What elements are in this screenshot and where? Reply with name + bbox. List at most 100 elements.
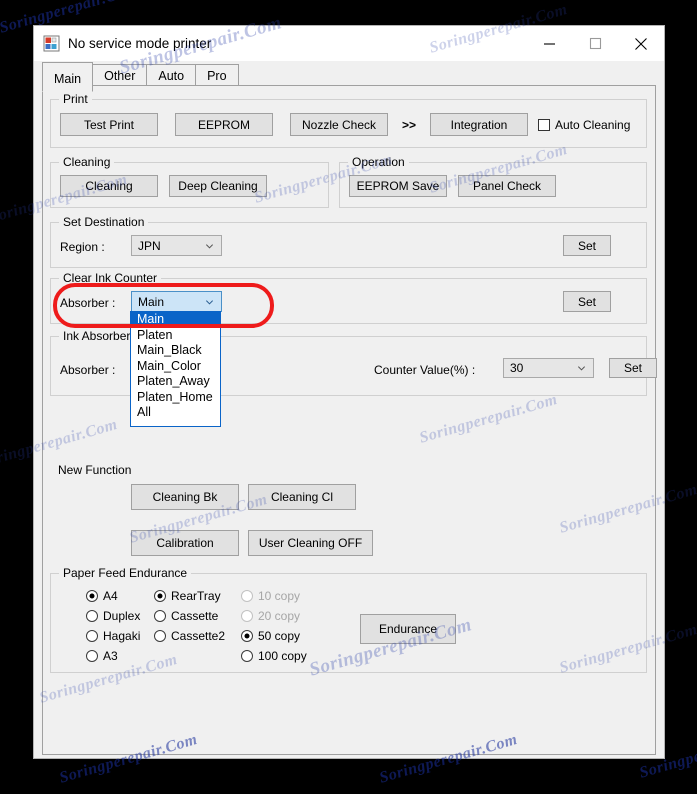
cleaning-bk-button[interactable]: Cleaning Bk (131, 484, 239, 510)
print-group: Print Test Print EEPROM Nozzle Check >> … (50, 92, 647, 148)
tab-auto[interactable]: Auto (146, 64, 197, 86)
radio-source-cassette2[interactable]: Cassette2 (154, 629, 225, 643)
radio-circle (241, 590, 253, 602)
tab-label: Other (104, 68, 136, 83)
tab-strip: Main Other Auto Pro (42, 62, 656, 92)
radio-source-reartray[interactable]: RearTray (154, 589, 221, 603)
chevron-down-icon (577, 366, 586, 371)
tab-label: Main (54, 71, 82, 86)
radio-paper-duplex[interactable]: Duplex (86, 609, 140, 623)
panel-check-button[interactable]: Panel Check (458, 175, 556, 197)
radio-circle (241, 650, 253, 662)
radio-circle (154, 590, 166, 602)
maximize-icon[interactable] (572, 26, 618, 61)
nozzle-check-button[interactable]: Nozzle Check (290, 113, 388, 136)
clear-ink-counter-legend: Clear Ink Counter (59, 271, 162, 285)
radio-paper-hagaki[interactable]: Hagaki (86, 629, 140, 643)
radio-label: 10 copy (258, 589, 301, 603)
cleaning-group-legend: Cleaning (59, 155, 115, 169)
integration-button[interactable]: Integration (430, 113, 528, 136)
minimize-icon[interactable] (526, 26, 572, 61)
region-select[interactable]: JPN (131, 235, 222, 256)
radio-label: A4 (103, 589, 118, 603)
radio-copies-50[interactable]: 50 copy (241, 629, 300, 643)
radio-circle (86, 590, 98, 602)
counter-value-select[interactable]: 30 (503, 358, 594, 378)
print-group-legend: Print (59, 92, 92, 106)
operation-group-legend: Operation (348, 155, 409, 169)
dropdown-option-main[interactable]: Main (131, 312, 220, 328)
paper-feed-endurance-group: Paper Feed Endurance A4 Duplex Hagaki A3 (50, 566, 647, 673)
close-icon[interactable] (618, 26, 664, 61)
tab-pro[interactable]: Pro (195, 64, 239, 86)
counter-value-label: Counter Value(%) : (374, 363, 476, 377)
radio-label: 50 copy (258, 629, 301, 643)
tab-other[interactable]: Other (92, 64, 148, 86)
title-bar: No service mode printer (34, 26, 664, 61)
absorber-dropdown-list[interactable]: Main Platen Main_Black Main_Color Platen… (130, 311, 221, 427)
radio-copies-20[interactable]: 20 copy (241, 609, 300, 623)
printer-app-icon (43, 35, 60, 52)
radio-circle (154, 630, 166, 642)
test-print-button[interactable]: Test Print (60, 113, 158, 136)
auto-cleaning-label: Auto Cleaning (555, 118, 631, 132)
radio-source-cassette[interactable]: Cassette (154, 609, 218, 623)
new-function-legend: New Function (58, 463, 132, 477)
chevron-down-icon (205, 243, 214, 249)
tab-main[interactable]: Main (42, 62, 94, 92)
checkbox-box (538, 119, 550, 131)
endurance-button[interactable]: Endurance (360, 614, 456, 644)
application-window: No service mode printer Main Other Auto … (33, 25, 665, 759)
radio-label: 100 copy (258, 649, 307, 663)
tab-label: Auto (158, 68, 185, 83)
cleaning-group: Cleaning Cleaning Deep Cleaning (50, 155, 329, 208)
calibration-button[interactable]: Calibration (131, 530, 239, 556)
radio-label: RearTray (171, 589, 221, 603)
operation-group: Operation EEPROM Save Panel Check (339, 155, 647, 208)
dropdown-option-main-color[interactable]: Main_Color (131, 359, 220, 375)
radio-circle (241, 610, 253, 622)
deep-cleaning-button[interactable]: Deep Cleaning (169, 175, 267, 197)
radio-paper-a4[interactable]: A4 (86, 589, 118, 603)
clear-ink-absorber-label: Absorber : (60, 296, 116, 310)
radio-label: Hagaki (103, 629, 141, 643)
eeprom-button[interactable]: EEPROM (175, 113, 273, 136)
region-select-value: JPN (138, 238, 161, 253)
tab-label: Pro (207, 68, 227, 83)
set-destination-button[interactable]: Set (563, 235, 611, 256)
eeprom-save-button[interactable]: EEPROM Save (349, 175, 447, 197)
dropdown-option-platen-away[interactable]: Platen_Away (131, 374, 220, 390)
dropdown-option-platen-home[interactable]: Platen_Home (131, 390, 220, 406)
chevron-down-icon (205, 299, 214, 305)
main-tab-panel: Print Test Print EEPROM Nozzle Check >> … (42, 86, 657, 755)
clear-ink-absorber-value: Main (138, 294, 165, 309)
ink-absorber-label: Absorber : (60, 363, 116, 377)
radio-label: 20 copy (258, 609, 301, 623)
radio-copies-10[interactable]: 10 copy (241, 589, 300, 603)
paper-feed-endurance-legend: Paper Feed Endurance (59, 566, 192, 580)
separator-chevrons: >> (402, 118, 417, 132)
ink-absorber-set-button[interactable]: Set (609, 358, 657, 378)
dropdown-option-all[interactable]: All (131, 405, 220, 421)
cleaning-cl-button[interactable]: Cleaning Cl (248, 484, 356, 510)
clear-ink-counter-set-button[interactable]: Set (563, 291, 611, 312)
set-destination-legend: Set Destination (59, 215, 149, 229)
radio-copies-100[interactable]: 100 copy (241, 649, 307, 663)
region-label: Region : (60, 240, 105, 254)
clear-ink-absorber-select[interactable]: Main (131, 291, 222, 312)
radio-label: Cassette (171, 609, 219, 623)
radio-circle (241, 630, 253, 642)
dropdown-option-platen[interactable]: Platen (131, 328, 220, 344)
auto-cleaning-checkbox[interactable]: Auto Cleaning (538, 118, 630, 132)
radio-label: Cassette2 (171, 629, 226, 643)
radio-circle (86, 610, 98, 622)
radio-paper-a3[interactable]: A3 (86, 649, 118, 663)
user-cleaning-off-button[interactable]: User Cleaning OFF (248, 530, 373, 556)
radio-circle (154, 610, 166, 622)
window-title: No service mode printer (68, 36, 212, 51)
radio-label: Duplex (103, 609, 141, 623)
dropdown-option-main-black[interactable]: Main_Black (131, 343, 220, 359)
set-destination-group: Set Destination Region : JPN Set (50, 215, 647, 268)
radio-circle (86, 630, 98, 642)
cleaning-button[interactable]: Cleaning (60, 175, 158, 197)
